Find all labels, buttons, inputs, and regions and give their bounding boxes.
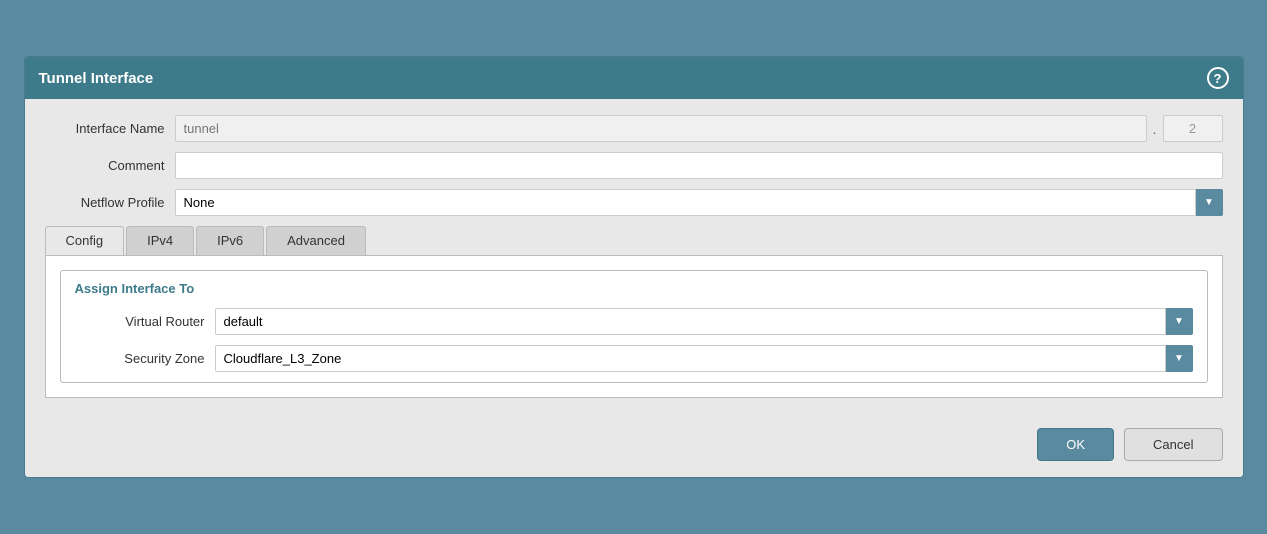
dialog-titlebar: Tunnel Interface ?: [25, 57, 1243, 99]
virtual-router-field: default: [215, 308, 1193, 335]
netflow-profile-select[interactable]: None: [175, 189, 1223, 216]
security-zone-label: Security Zone: [75, 351, 215, 366]
assign-interface-title: Assign Interface To: [75, 281, 1193, 296]
virtual-router-label: Virtual Router: [75, 314, 215, 329]
security-zone-row: Security Zone Cloudflare_L3_Zone: [75, 345, 1193, 372]
virtual-router-select-wrapper: default: [215, 308, 1193, 335]
security-zone-select[interactable]: Cloudflare_L3_Zone: [215, 345, 1193, 372]
dialog-footer: OK Cancel: [25, 418, 1243, 477]
tabs-row: Config IPv4 IPv6 Advanced: [45, 226, 1223, 255]
interface-name-row: Interface Name .: [45, 115, 1223, 142]
interface-name-label: Interface Name: [45, 121, 175, 136]
assign-interface-section: Assign Interface To Virtual Router defau…: [60, 270, 1208, 383]
tab-config[interactable]: Config: [45, 226, 125, 255]
comment-row: Comment: [45, 152, 1223, 179]
comment-label: Comment: [45, 158, 175, 173]
tab-advanced[interactable]: Advanced: [266, 226, 366, 255]
ok-button[interactable]: OK: [1037, 428, 1114, 461]
tab-content-config: Assign Interface To Virtual Router defau…: [45, 255, 1223, 398]
dialog-title: Tunnel Interface: [39, 70, 154, 87]
dialog-body: Interface Name . Comment Netflow Profile…: [25, 99, 1243, 418]
netflow-profile-field: None: [175, 189, 1223, 216]
virtual-router-select[interactable]: default: [215, 308, 1193, 335]
security-zone-select-wrapper: Cloudflare_L3_Zone: [215, 345, 1193, 372]
interface-name-dot: .: [1153, 121, 1157, 137]
interface-name-input[interactable]: [175, 115, 1147, 142]
interface-name-number-input[interactable]: [1163, 115, 1223, 142]
interface-name-field-group: .: [175, 115, 1223, 142]
tunnel-interface-dialog: Tunnel Interface ? Interface Name . Comm…: [24, 56, 1244, 478]
tab-ipv6[interactable]: IPv6: [196, 226, 264, 255]
comment-input[interactable]: [175, 152, 1223, 179]
netflow-profile-select-wrapper: None: [175, 189, 1223, 216]
netflow-profile-row: Netflow Profile None: [45, 189, 1223, 216]
virtual-router-row: Virtual Router default: [75, 308, 1193, 335]
netflow-profile-label: Netflow Profile: [45, 195, 175, 210]
cancel-button[interactable]: Cancel: [1124, 428, 1222, 461]
tab-ipv4[interactable]: IPv4: [126, 226, 194, 255]
comment-field: [175, 152, 1223, 179]
help-icon[interactable]: ?: [1207, 67, 1229, 89]
security-zone-field: Cloudflare_L3_Zone: [215, 345, 1193, 372]
